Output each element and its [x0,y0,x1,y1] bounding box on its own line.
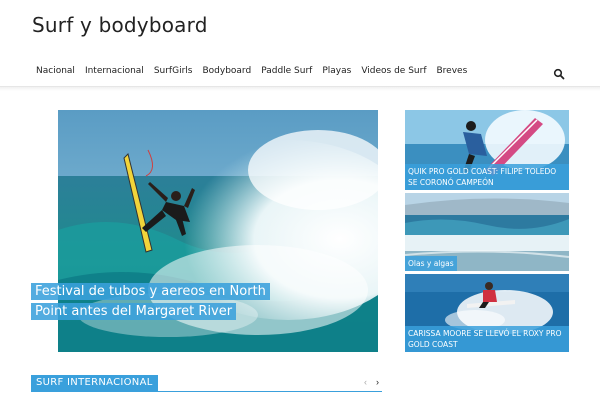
site-title[interactable]: Surf y bodyboard [32,14,232,37]
header-shadow [0,87,600,91]
nav-item-nacional[interactable]: Nacional [32,66,80,80]
nav-item-internacional[interactable]: Internacional [80,66,149,80]
nav-item-surfgirls[interactable]: SurfGirls [149,66,198,80]
nav-item-paddle-surf[interactable]: Paddle Surf [256,66,317,80]
section-title[interactable]: SURF INTERNACIONAL [31,375,158,391]
chevron-left-icon[interactable]: ‹ [364,377,367,387]
main-nav: Nacional Internacional SurfGirls Bodyboa… [32,66,472,80]
side-card-1-caption[interactable]: QUIK PRO GOLD COAST: FILIPE TOLEDO SE CO… [405,164,569,190]
hero-caption[interactable]: Festival de tubos y aereos en North Poin… [31,282,271,322]
nav-item-videos-de-surf[interactable]: Videos de Surf [356,66,431,80]
side-card-2-caption[interactable]: Olas y algas [405,256,457,271]
chevron-right-icon[interactable]: › [376,377,379,387]
side-card-2[interactable]: Olas y algas [405,193,569,271]
nav-item-breves[interactable]: Breves [432,66,473,80]
section-header: SURF INTERNACIONAL ‹ › [31,375,382,392]
search-icon[interactable] [553,67,565,80]
side-card-1[interactable]: QUIK PRO GOLD COAST: FILIPE TOLEDO SE CO… [405,110,569,190]
side-card-3[interactable]: CARISSA MOORE SE LLEVÓ EL ROXY PRO GOLD … [405,274,569,352]
hero-caption-text[interactable]: Festival de tubos y aereos en North Poin… [31,283,270,320]
nav-item-playas[interactable]: Playas [317,66,356,80]
nav-item-bodyboard[interactable]: Bodyboard [197,66,256,80]
section-underline [31,391,382,392]
side-card-3-caption[interactable]: CARISSA MOORE SE LLEVÓ EL ROXY PRO GOLD … [405,326,569,352]
